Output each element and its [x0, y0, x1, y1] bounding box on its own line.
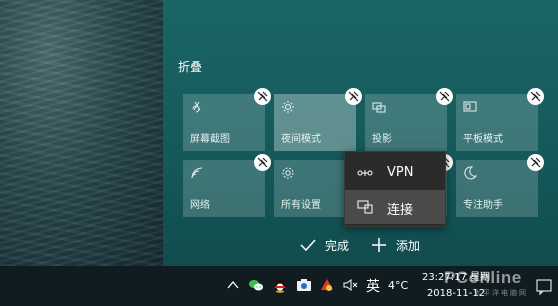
done-button[interactable]: 完成 — [300, 234, 349, 256]
checkmark-icon — [300, 239, 316, 252]
tile-focus-assist[interactable]: 专注助手 — [456, 154, 544, 217]
tile-screen-snip[interactable]: 屏幕截图 — [183, 88, 271, 151]
tile-label: 平板模式 — [463, 134, 503, 145]
unpin-icon[interactable] — [436, 88, 453, 105]
tablet-icon — [463, 101, 477, 112]
unpin-icon[interactable] — [345, 88, 362, 105]
tile-label: 夜间模式 — [281, 134, 321, 145]
menu-item-connect[interactable]: 连接 — [345, 190, 445, 224]
menu-item-vpn[interactable]: VPN — [345, 156, 445, 190]
security-icon[interactable] — [319, 277, 335, 293]
unpin-icon[interactable] — [527, 154, 544, 171]
wechat-icon[interactable] — [248, 277, 264, 293]
menu-item-label: 连接 — [387, 203, 414, 218]
tile-night-light[interactable]: 夜间模式 — [274, 88, 362, 151]
tile-label: 专注助手 — [463, 200, 503, 211]
add-quick-action-menu: VPN 连接 — [344, 151, 446, 227]
notification-icon[interactable] — [531, 274, 558, 299]
taskbar: 英 4°C 23:27:17 星期 2018-11-12 PConline 太平… — [0, 266, 558, 306]
unpin-icon[interactable] — [254, 88, 271, 105]
tile-label: 所有设置 — [281, 200, 321, 211]
watermark-subtext: 太平洋电脑网 — [474, 289, 528, 297]
temperature: 4°C — [388, 279, 409, 292]
camera-icon[interactable] — [296, 277, 312, 293]
moon-icon — [464, 166, 477, 180]
tile-label: 投影 — [372, 134, 392, 145]
menu-item-label: VPN — [387, 165, 414, 180]
chevron-up-icon[interactable] — [225, 277, 241, 293]
project-icon — [372, 102, 386, 113]
speaker-muted-icon[interactable] — [342, 277, 358, 293]
plus-icon — [372, 238, 386, 252]
network-icon — [191, 167, 203, 179]
tile-label: 屏幕截图 — [190, 134, 230, 145]
desktop-wallpaper — [0, 0, 163, 266]
vpn-icon — [357, 170, 373, 176]
unpin-icon[interactable] — [254, 154, 271, 171]
done-label: 完成 — [325, 238, 350, 253]
tile-tablet-mode[interactable]: 平板模式 — [456, 88, 544, 151]
watermark-logo: PConline — [444, 268, 522, 287]
tile-network[interactable]: 网络 — [183, 154, 271, 217]
qq-icon[interactable] — [272, 277, 288, 293]
add-label: 添加 — [396, 238, 421, 253]
ime-indicator[interactable]: 英 — [366, 276, 380, 296]
snip-icon — [192, 101, 201, 113]
connect-icon — [357, 200, 373, 214]
tile-label: 网络 — [190, 200, 210, 211]
gear-icon — [282, 167, 294, 179]
unpin-icon[interactable] — [527, 88, 544, 105]
add-button[interactable]: 添加 — [371, 234, 420, 256]
tile-project[interactable]: 投影 — [365, 88, 453, 151]
brightness-icon — [282, 101, 294, 113]
collapse-link[interactable]: 折叠 — [178, 58, 202, 75]
